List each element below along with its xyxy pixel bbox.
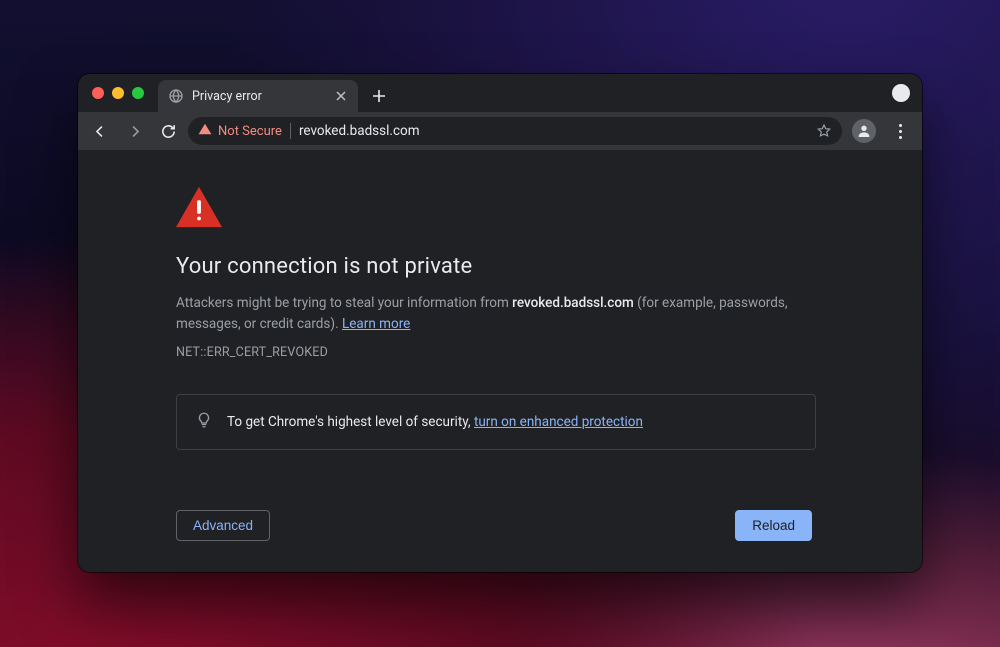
warning-hostname: revoked.badssl.com [512, 295, 634, 311]
tab-strip: Privacy error [78, 74, 922, 112]
warning-paragraph: Attackers might be trying to steal your … [176, 293, 816, 335]
warning-text-prefix: Attackers might be trying to steal your … [176, 295, 512, 311]
action-row: Advanced Reload [176, 510, 812, 541]
enhanced-protection-tip: To get Chrome's highest level of securit… [176, 394, 816, 450]
globe-icon [168, 88, 184, 104]
tabs: Privacy error [158, 74, 392, 112]
toolbar: Not Secure revoked.badssl.com [78, 112, 922, 150]
tab-close-button[interactable] [334, 89, 348, 103]
browser-menu-button[interactable] [886, 117, 914, 145]
new-tab-button[interactable] [366, 83, 392, 109]
tip-text-prefix: To get Chrome's highest level of securit… [227, 414, 474, 430]
page-viewport: Your connection is not private Attackers… [78, 150, 922, 572]
browser-window: Privacy error [78, 74, 922, 572]
window-close-button[interactable] [92, 87, 104, 99]
divider [290, 123, 291, 139]
url-text: revoked.badssl.com [299, 123, 808, 139]
bookmark-star-icon[interactable] [816, 123, 832, 139]
profile-avatar-button[interactable] [852, 119, 876, 143]
error-code: NET::ERR_CERT_REVOKED [176, 345, 816, 360]
advanced-button[interactable]: Advanced [176, 510, 270, 541]
warning-triangle-icon [176, 186, 222, 228]
back-button[interactable] [86, 117, 114, 145]
lightbulb-icon [195, 411, 213, 433]
security-indicator[interactable]: Not Secure [198, 123, 282, 139]
ssl-error-interstitial: Your connection is not private Attackers… [176, 186, 816, 541]
tip-text: To get Chrome's highest level of securit… [227, 414, 643, 430]
reload-button[interactable] [154, 117, 182, 145]
security-label: Not Secure [218, 124, 282, 139]
window-minimize-button[interactable] [112, 87, 124, 99]
extension-icon[interactable] [892, 84, 910, 102]
enhanced-protection-link[interactable]: turn on enhanced protection [474, 414, 643, 430]
page-heading: Your connection is not private [176, 254, 816, 279]
window-fullscreen-button[interactable] [132, 87, 144, 99]
warning-triangle-icon [198, 123, 212, 139]
reload-page-button[interactable]: Reload [735, 510, 812, 541]
forward-button[interactable] [120, 117, 148, 145]
address-bar[interactable]: Not Secure revoked.badssl.com [188, 117, 842, 145]
window-controls [92, 87, 144, 99]
tab-active[interactable]: Privacy error [158, 80, 358, 112]
tab-title: Privacy error [192, 89, 326, 104]
learn-more-link[interactable]: Learn more [342, 316, 410, 332]
